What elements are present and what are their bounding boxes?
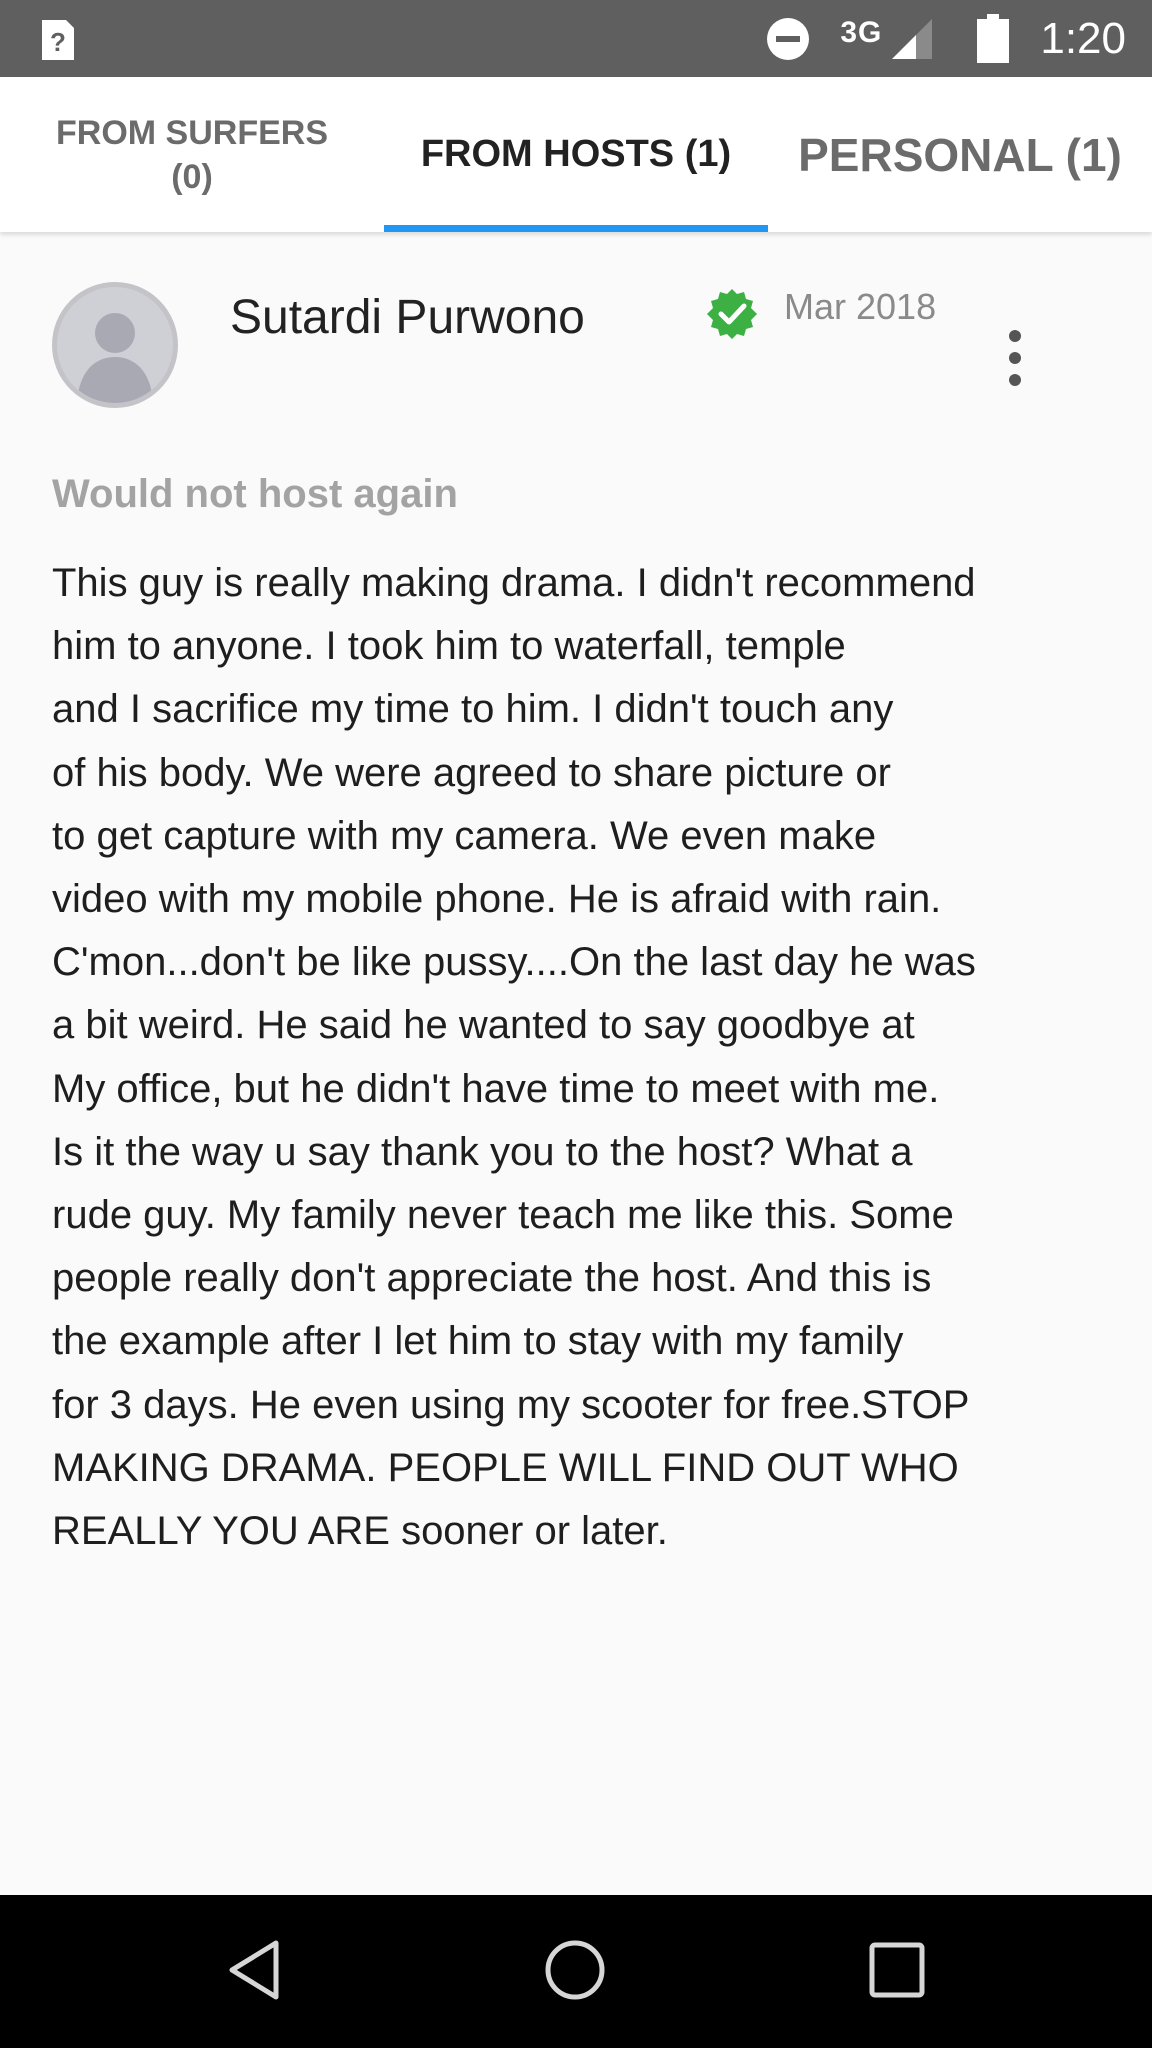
review-body-line: a bit weird. He said he wanted to say go… xyxy=(52,1003,915,1048)
more-options-icon[interactable] xyxy=(1006,328,1024,388)
review-body-line: MAKING DRAMA. PEOPLE WILL FIND OUT WHO xyxy=(52,1445,959,1490)
home-icon[interactable] xyxy=(540,1935,610,2005)
review-tabs: FROM SURFERS (0) FROM HOSTS (1) PERSONAL… xyxy=(0,77,1152,232)
avatar[interactable] xyxy=(52,282,178,408)
default-user-icon xyxy=(77,313,153,403)
unknown-sim-icon: ? xyxy=(42,20,74,60)
back-icon[interactable] xyxy=(222,1935,292,2005)
reviewer-name[interactable]: Sutardi Purwono xyxy=(230,290,585,345)
review-body-line: for 3 days. He even using my scooter for… xyxy=(52,1382,970,1427)
review-body-line: and I sacrifice my time to him. I didn't… xyxy=(52,687,894,732)
tab-label: FROM HOSTS (1) xyxy=(420,133,732,175)
review-date: Mar 2018 xyxy=(784,286,937,327)
review-body-line: video with my mobile phone. He is afraid… xyxy=(52,877,942,922)
svg-text:?: ? xyxy=(50,27,66,57)
clock: 1:20 xyxy=(1040,13,1126,63)
verified-badge-icon xyxy=(707,289,757,339)
signal-icon xyxy=(892,18,933,59)
review-body-line: the example after I let him to stay with… xyxy=(52,1319,904,1364)
tab-from-surfers[interactable]: FROM SURFERS (0) xyxy=(0,77,384,232)
battery-icon xyxy=(977,13,1010,63)
active-tab-indicator xyxy=(384,225,768,232)
recent-apps-icon[interactable] xyxy=(862,1935,932,2005)
review-body-line: C'mon...don't be like pussy....On the la… xyxy=(52,940,976,985)
review-body: This guy is really making drama. I didn'… xyxy=(52,552,1112,1563)
review-body-line: REALLY YOU ARE sooner or later. xyxy=(52,1509,668,1554)
review-body-line: Is it the way u say thank you to the hos… xyxy=(52,1129,913,1174)
review-body-line: This guy is really making drama. I didn'… xyxy=(52,561,976,605)
review-body-line: to get capture with my camera. We even m… xyxy=(52,813,877,858)
system-nav-bar xyxy=(0,1895,1152,2048)
tab-from-hosts[interactable]: FROM HOSTS (1) xyxy=(384,77,768,232)
recommendation-label: Would not host again xyxy=(52,472,458,516)
status-bar: ? 3G 1:20 xyxy=(0,0,1152,77)
review-body-line: My office, but he didn't have time to me… xyxy=(52,1066,940,1111)
tab-label: PERSONAL (1) xyxy=(798,128,1122,181)
tab-personal[interactable]: PERSONAL (1) xyxy=(768,77,1152,232)
review-body-line: people really don't appreciate the host.… xyxy=(52,1256,932,1301)
network-type: 3G xyxy=(840,15,883,49)
do-not-disturb-icon xyxy=(767,17,810,60)
review-body-line: him to anyone. I took him to waterfall, … xyxy=(52,624,846,669)
tab-label: FROM SURFERS (0) xyxy=(56,113,328,196)
review-body-line: rude guy. My family never teach me like … xyxy=(52,1193,954,1238)
review-body-line: of his body. We were agreed to share pic… xyxy=(52,750,891,795)
